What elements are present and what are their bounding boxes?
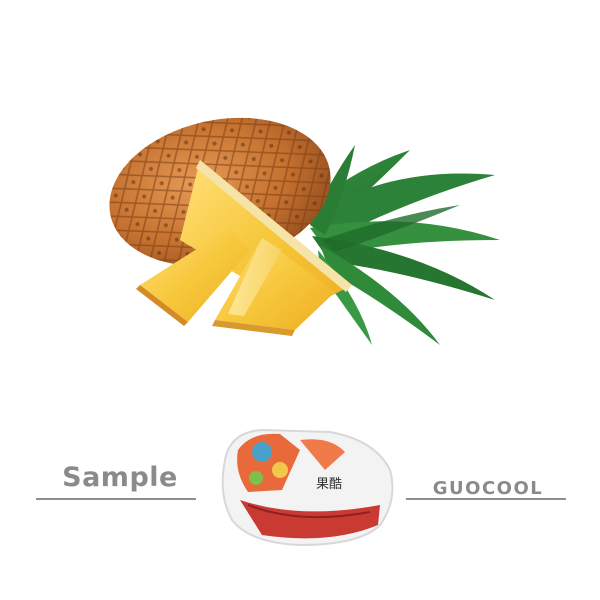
sample-underline [36, 498, 196, 500]
package-brand-text: 果酷 [316, 477, 342, 492]
product-photo: 果酷 [109, 117, 500, 547]
product-package [221, 428, 394, 547]
sample-label: Sample [62, 462, 178, 493]
brand-underline [406, 498, 566, 500]
brand-logo-text: GUOCOOL [432, 478, 544, 499]
